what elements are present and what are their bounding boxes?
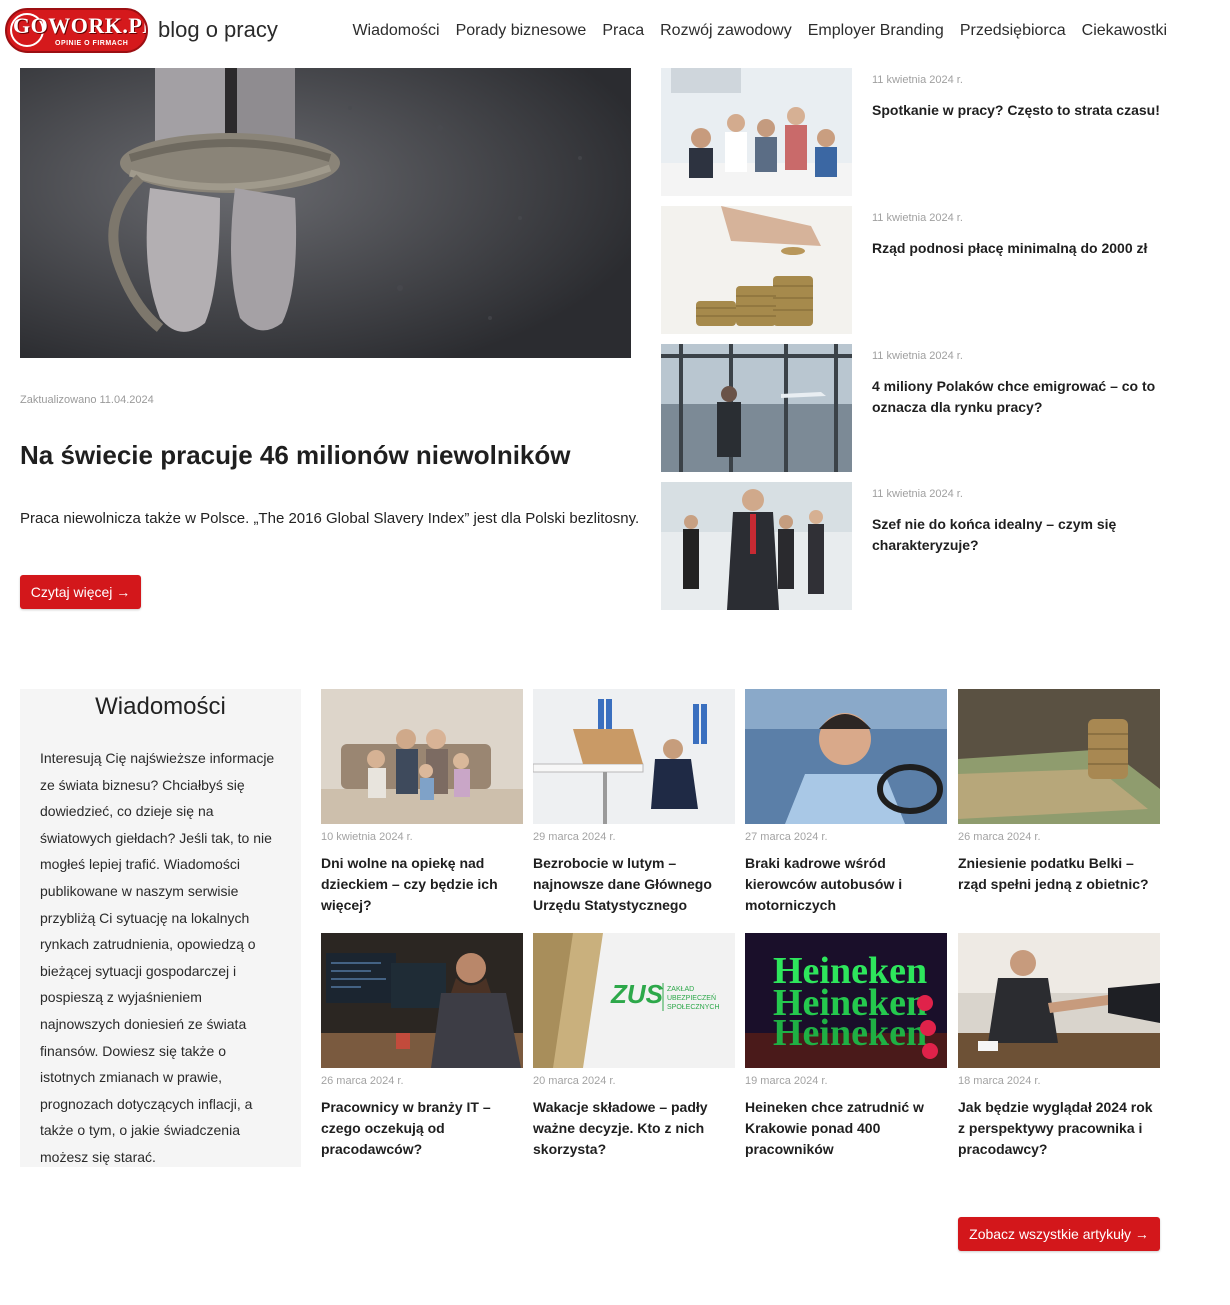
hero-image[interactable] (20, 68, 631, 358)
gowork-logo[interactable]: GOWORK.PL OPINIE O FIRMACH (5, 8, 148, 53)
article-title[interactable]: Dni wolne na opiekę nad dzieckiem – czy … (321, 853, 523, 916)
zus-sub-2: UBEZPIECZEŃ (667, 993, 716, 1002)
nav-praca[interactable]: Praca (602, 22, 644, 40)
main-nav: Wiadomości Porady biznesowe Praca Rozwój… (352, 22, 1167, 40)
article-date: 29 marca 2024 r. (533, 831, 616, 843)
read-more-button[interactable]: Czytaj więcej → (20, 575, 141, 609)
logo-text: GOWORK.PL (13, 13, 148, 38)
article-thumbnail[interactable] (661, 344, 852, 472)
nav-rozwoj-zawodowy[interactable]: Rozwój zawodowy (660, 22, 792, 40)
article-title[interactable]: Szef nie do końca idealny – czym się cha… (872, 514, 1162, 556)
article-title[interactable]: Wakacje składowe – padły ważne decyzje. … (533, 1097, 735, 1160)
article-thumbnail[interactable] (958, 689, 1160, 824)
article-thumbnail[interactable] (661, 68, 852, 196)
hero-excerpt: Praca niewolnicza także w Polsce. „The 2… (20, 510, 640, 527)
article-thumbnail[interactable] (661, 482, 852, 610)
hero-updated-date: Zaktualizowano 11.04.2024 (20, 394, 154, 406)
article-title[interactable]: Spotkanie w pracy? Często to strata czas… (872, 100, 1162, 121)
article-title[interactable]: Rząd podnosi płacę minimalną do 2000 zł (872, 238, 1162, 259)
category-panel: Wiadomości Interesują Cię najświeższe in… (20, 689, 301, 1167)
side-article[interactable]: 11 kwietnia 2024 r. Rząd podnosi płacę m… (661, 206, 1181, 334)
article-title[interactable]: Jak będzie wyglądał 2024 rok z perspekty… (958, 1097, 1160, 1160)
article-card[interactable]: 10 kwietnia 2024 r. Dni wolne na opiekę … (321, 689, 523, 916)
article-date: 18 marca 2024 r. (958, 1075, 1041, 1087)
nav-przedsiebiorca[interactable]: Przedsiębiorca (960, 22, 1066, 40)
article-card[interactable]: 26 marca 2024 r. Zniesienie podatku Belk… (958, 689, 1160, 895)
side-article[interactable]: 11 kwietnia 2024 r. Szef nie do końca id… (661, 482, 1181, 610)
category-description: Interesują Cię najświeższe informacje ze… (40, 750, 275, 1165)
nav-employer-branding[interactable]: Employer Branding (808, 22, 944, 40)
article-title[interactable]: 4 miliony Polaków chce emigrować – co to… (872, 376, 1162, 418)
article-date: 11 kwietnia 2024 r. (872, 488, 963, 500)
article-card[interactable]: 18 marca 2024 r. Jak będzie wyglądał 202… (958, 933, 1160, 1160)
article-thumbnail[interactable] (321, 933, 523, 1068)
article-thumbnail[interactable] (533, 689, 735, 824)
nav-wiadomosci[interactable]: Wiadomości (352, 22, 439, 40)
see-all-articles-button[interactable]: Zobacz wszystkie artykuły → (958, 1217, 1160, 1251)
logo-subtitle: OPINIE O FIRMACH (55, 40, 129, 47)
article-title[interactable]: Braki kadrowe wśród kierowców autobusów … (745, 853, 947, 916)
nav-ciekawostki[interactable]: Ciekawostki (1082, 22, 1167, 40)
article-title[interactable]: Bezrobocie w lutym – najnowsze dane Głów… (533, 853, 735, 916)
article-thumbnail[interactable]: ZUS ZAKŁAD UBEZPIECZEŃ SPOŁECZNYCH (533, 933, 735, 1068)
article-date: 11 kwietnia 2024 r. (872, 74, 963, 86)
article-card[interactable]: 29 marca 2024 r. Bezrobocie w lutym – na… (533, 689, 735, 916)
site-header: GOWORK.PL OPINIE O FIRMACH blog o pracy … (0, 0, 1230, 66)
heineken-sign-3: Heineken (773, 1012, 927, 1054)
article-thumbnail[interactable] (958, 933, 1160, 1068)
zus-logo-text: ZUS (610, 979, 664, 1009)
article-thumbnail[interactable] (661, 206, 852, 334)
article-title[interactable]: Zniesienie podatku Belki – rząd spełni j… (958, 853, 1160, 895)
side-article[interactable]: 11 kwietnia 2024 r. 4 miliony Polaków ch… (661, 344, 1181, 472)
article-thumbnail[interactable] (321, 689, 523, 824)
article-thumbnail[interactable] (745, 689, 947, 824)
article-date: 19 marca 2024 r. (745, 1075, 828, 1087)
side-article[interactable]: 11 kwietnia 2024 r. Spotkanie w pracy? C… (661, 68, 1181, 196)
article-date: 10 kwietnia 2024 r. (321, 831, 413, 843)
nav-porady-biznesowe[interactable]: Porady biznesowe (456, 22, 587, 40)
article-date: 11 kwietnia 2024 r. (872, 212, 963, 224)
hero-title[interactable]: Na świecie pracuje 46 milionów niewolnik… (20, 440, 571, 471)
article-card[interactable]: ZUS ZAKŁAD UBEZPIECZEŃ SPOŁECZNYCH 20 ma… (533, 933, 735, 1160)
article-date: 11 kwietnia 2024 r. (872, 350, 963, 362)
article-thumbnail[interactable]: Heineken Heineken Heineken (745, 933, 947, 1068)
article-date: 26 marca 2024 r. (321, 1075, 404, 1087)
zus-sub-3: SPOŁECZNYCH (667, 1004, 720, 1011)
article-card[interactable]: 26 marca 2024 r. Pracownicy w branży IT … (321, 933, 523, 1160)
article-title[interactable]: Pracownicy w branży IT – czego oczekują … (321, 1097, 523, 1160)
article-card[interactable]: 27 marca 2024 r. Braki kadrowe wśród kie… (745, 689, 947, 916)
article-title[interactable]: Heineken chce zatrudnić w Krakowie ponad… (745, 1097, 947, 1160)
article-date: 26 marca 2024 r. (958, 831, 1041, 843)
article-card[interactable]: Heineken Heineken Heineken 19 marca 2024… (745, 933, 947, 1160)
category-title[interactable]: Wiadomości (20, 693, 301, 721)
article-date: 27 marca 2024 r. (745, 831, 828, 843)
zus-sub-1: ZAKŁAD (667, 986, 694, 993)
article-date: 20 marca 2024 r. (533, 1075, 616, 1087)
blog-name[interactable]: blog o pracy (158, 17, 278, 43)
